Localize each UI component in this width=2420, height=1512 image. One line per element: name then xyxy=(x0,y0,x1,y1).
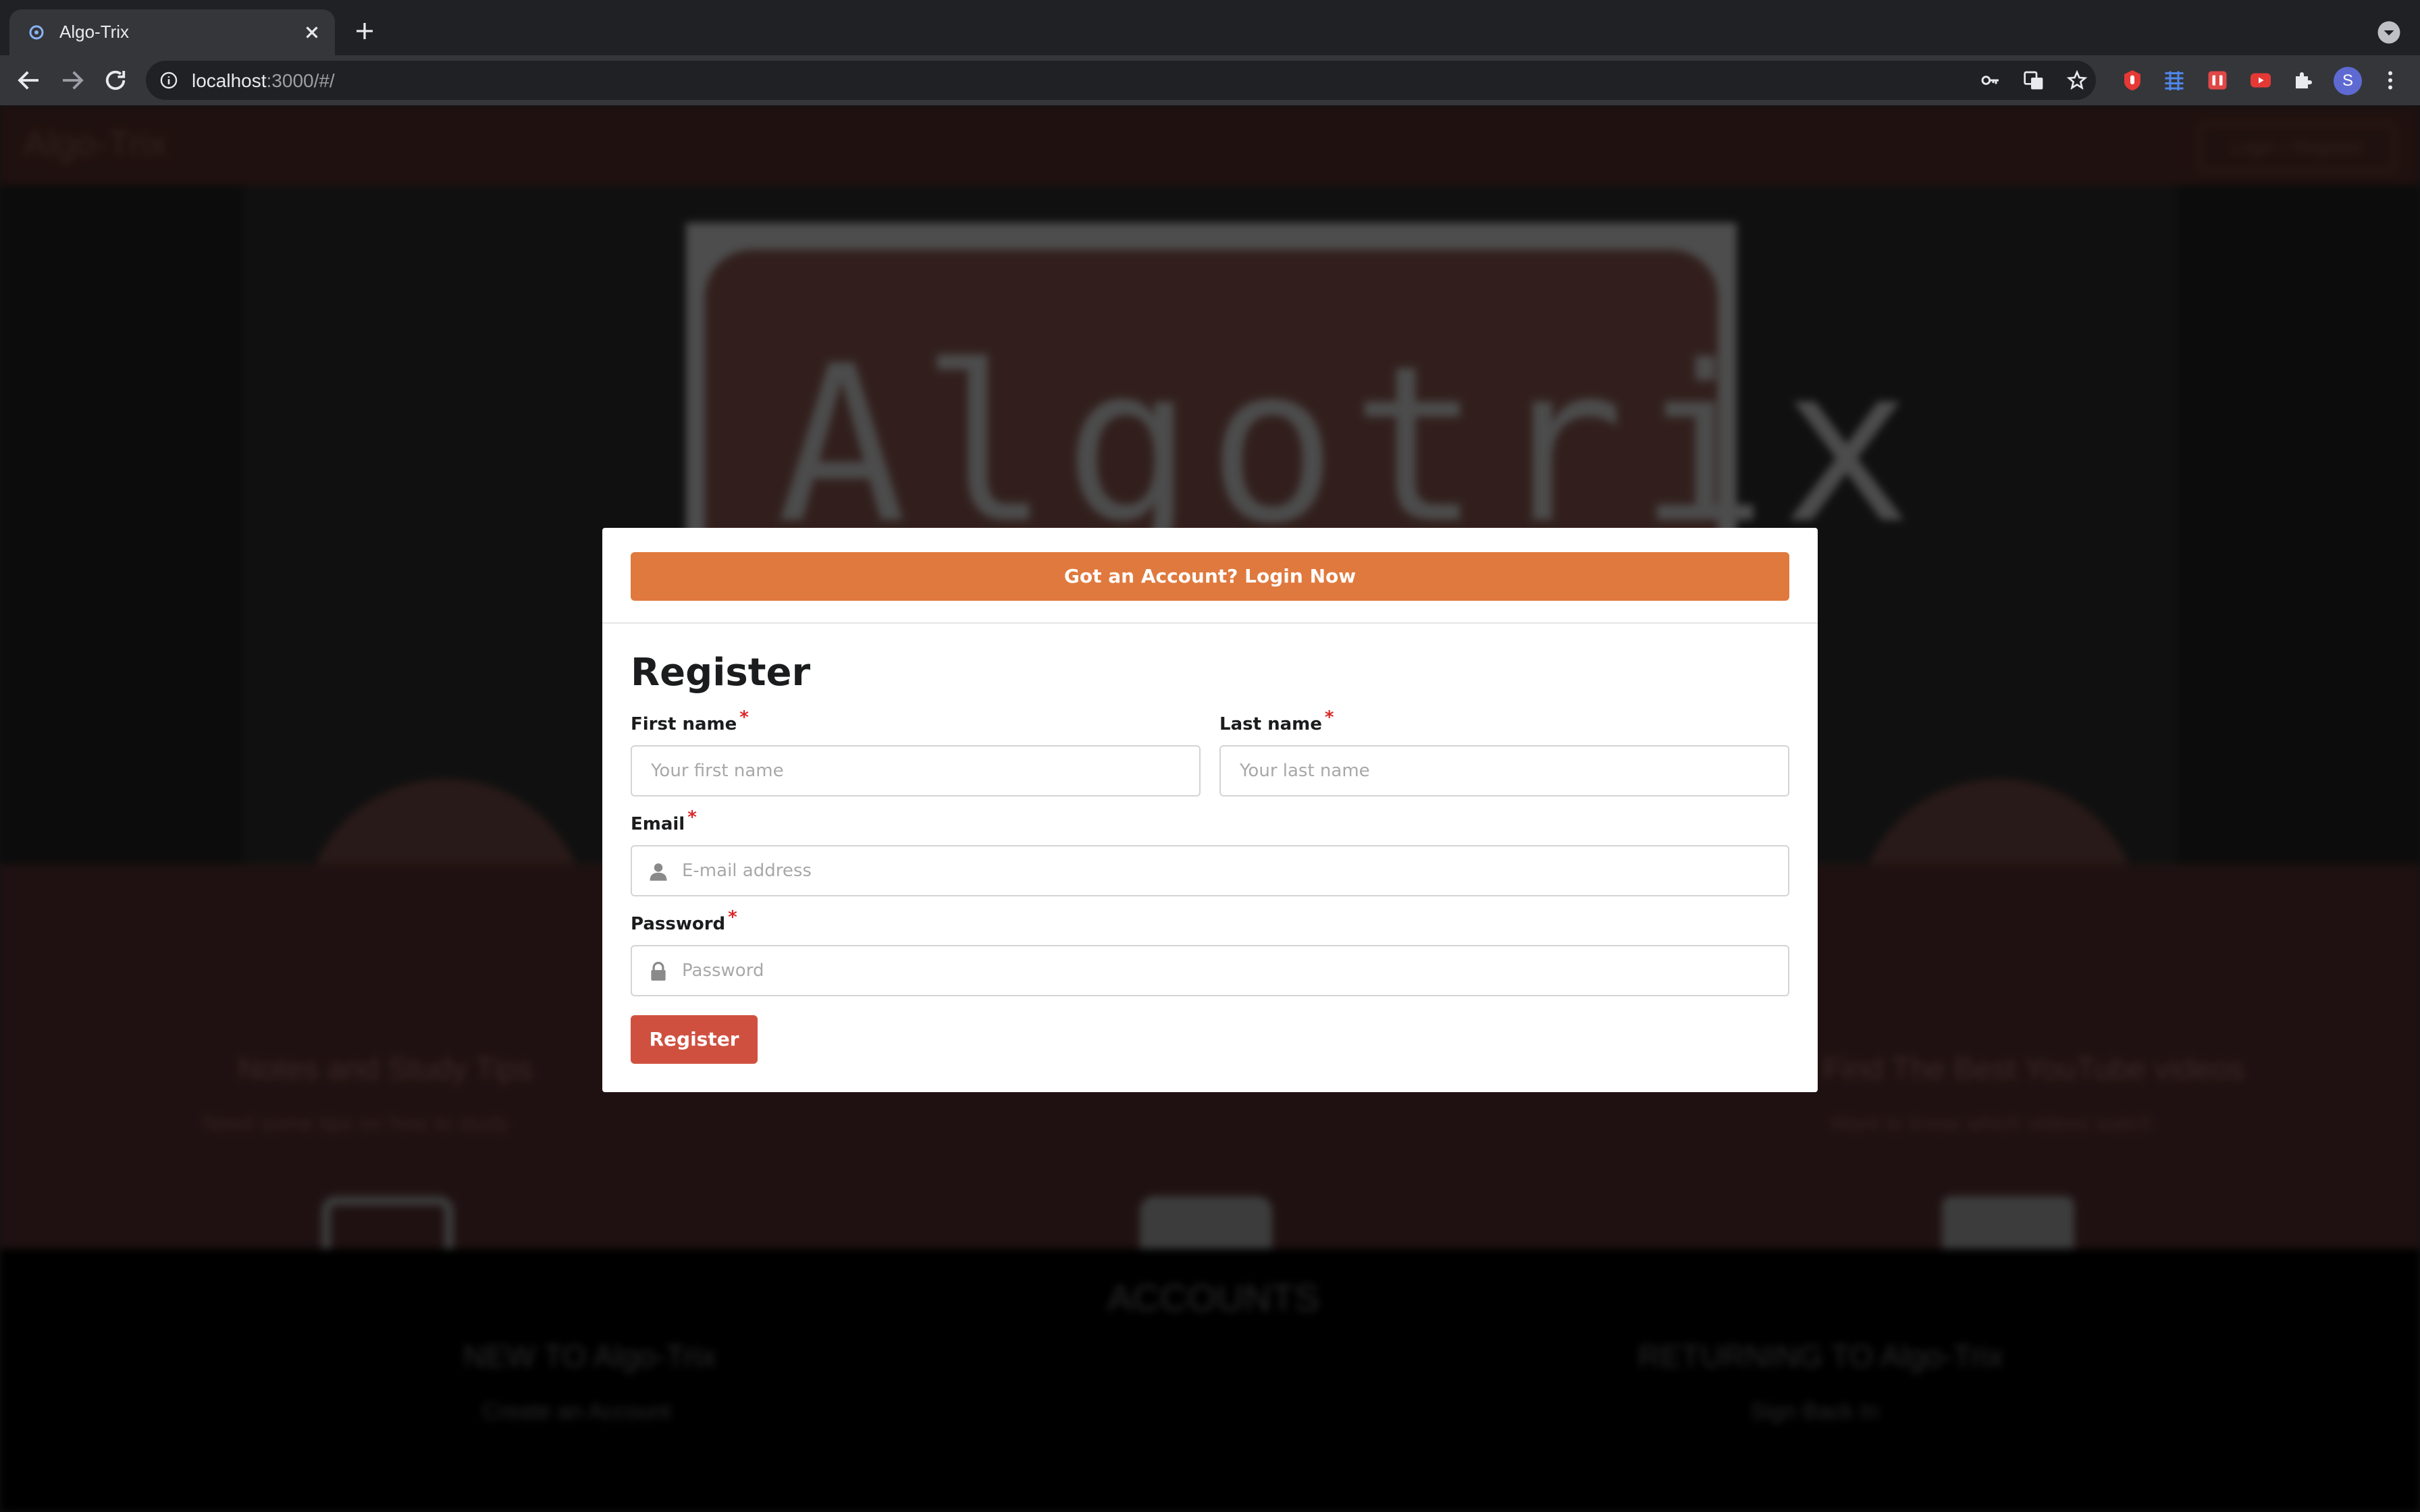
browser-tab[interactable]: Algo-Trix xyxy=(9,9,335,55)
first-name-field[interactable] xyxy=(631,745,1201,796)
key-icon[interactable] xyxy=(1980,70,2001,91)
extension-youtube-icon[interactable] xyxy=(2248,68,2273,92)
register-modal: Got an Account? Login Now Register First… xyxy=(602,528,1818,1092)
password-input[interactable] xyxy=(682,946,1762,995)
register-submit-label: Register xyxy=(649,1028,739,1050)
email-label-text: Email xyxy=(631,814,685,834)
first-name-label-text: First name xyxy=(631,714,737,734)
first-name-label: First name * xyxy=(631,707,749,734)
browser-menu-icon[interactable] xyxy=(2378,68,2402,92)
forward-arrow-icon[interactable] xyxy=(58,66,86,94)
new-tab-icon[interactable] xyxy=(352,19,377,43)
lock-icon xyxy=(651,961,666,981)
last-name-input[interactable] xyxy=(1240,747,1773,795)
url-path: :3000/#/ xyxy=(266,70,335,91)
modal-title: Register xyxy=(631,651,811,695)
reload-icon[interactable] xyxy=(101,66,130,94)
address-bar[interactable]: localhost:3000/#/ xyxy=(146,61,2096,100)
close-tab-icon[interactable] xyxy=(300,20,324,45)
modal-header: Got an Account? Login Now xyxy=(602,528,1818,624)
user-icon xyxy=(650,863,667,881)
email-field[interactable] xyxy=(631,845,1789,896)
last-name-label: Last name * xyxy=(1219,707,1334,734)
required-marker: * xyxy=(739,707,749,728)
login-now-label: Got an Account? Login Now xyxy=(1063,565,1357,587)
required-marker: * xyxy=(687,807,697,828)
extension-grid-icon[interactable] xyxy=(2162,68,2186,92)
required-marker: * xyxy=(1324,707,1334,728)
site-favicon-icon xyxy=(29,25,44,40)
url-text[interactable]: localhost:3000/#/ xyxy=(192,70,335,92)
profile-avatar[interactable]: S xyxy=(2334,67,2362,95)
last-name-label-text: Last name xyxy=(1219,714,1322,734)
email-input[interactable] xyxy=(682,846,1762,895)
register-submit-button[interactable]: Register xyxy=(631,1015,758,1064)
tab-title: Algo-Trix xyxy=(59,22,130,42)
url-host: localhost xyxy=(192,70,267,91)
bookmark-star-icon[interactable] xyxy=(2066,70,2088,91)
password-label: Password * xyxy=(631,907,737,934)
required-marker: * xyxy=(728,907,737,927)
login-now-button[interactable]: Got an Account? Login Now xyxy=(631,552,1789,601)
back-arrow-icon[interactable] xyxy=(15,66,43,94)
email-label: Email * xyxy=(631,807,697,834)
site-info-icon[interactable] xyxy=(159,71,178,90)
translate-icon[interactable] xyxy=(2023,70,2045,91)
extension-hand-icon[interactable] xyxy=(2120,68,2145,92)
profile-initial: S xyxy=(2342,72,2353,90)
last-name-field[interactable] xyxy=(1219,745,1789,796)
password-label-text: Password xyxy=(631,914,726,934)
browser-tab-strip: Algo-Trix xyxy=(0,0,2420,55)
browser-toolbar: localhost:3000/#/ S xyxy=(0,55,2420,105)
password-field[interactable] xyxy=(631,945,1789,996)
tab-search-icon[interactable] xyxy=(2377,20,2401,45)
first-name-input[interactable] xyxy=(651,747,1184,795)
extension-gift-icon[interactable] xyxy=(2205,68,2230,92)
extensions-puzzle-icon[interactable] xyxy=(2292,68,2316,92)
